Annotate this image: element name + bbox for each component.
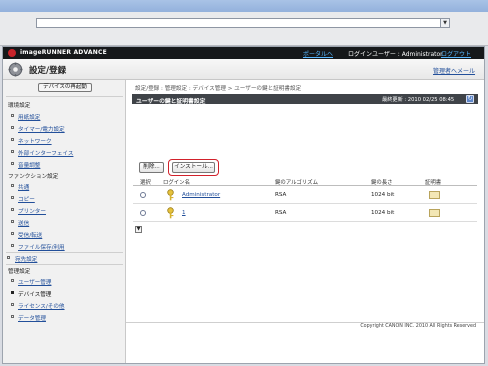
canon-logo-icon xyxy=(8,49,16,57)
sidebar-group-preferences: 環境設定 xyxy=(8,103,31,109)
bullet-icon xyxy=(11,244,14,247)
bullet-icon xyxy=(11,114,14,117)
copyright-text: Copyright CANON INC. 2010 All Rights Res… xyxy=(360,324,476,329)
address-bar[interactable]: ▼ xyxy=(36,18,450,28)
product-brand: imageRUNNER ADVANCE xyxy=(20,49,107,56)
sidebar-item-user-management[interactable]: ユーザー管理 xyxy=(11,278,51,286)
row-select-radio[interactable] xyxy=(140,192,146,198)
web-page: imageRUNNER ADVANCE ポータルへ ログインユーザー : Adm… xyxy=(2,46,485,364)
email-admin-link[interactable]: 管理者へメール xyxy=(433,66,475,75)
certificate-icon[interactable] xyxy=(429,209,440,217)
bullet-icon xyxy=(11,303,14,306)
install-highlight-ring xyxy=(168,159,219,176)
gear-icon xyxy=(8,62,23,77)
sidebar-item-data-management[interactable]: データ管理 xyxy=(11,314,46,322)
delete-button[interactable]: 削除... xyxy=(139,162,164,173)
sidebar-divider xyxy=(6,96,123,97)
key-length: 1024 bit xyxy=(371,192,395,198)
sidebar-divider xyxy=(6,264,123,265)
table-row: 1 RSA 1024 bit xyxy=(133,205,477,222)
sidebar-item-receive-forward[interactable]: 受信/転送 xyxy=(11,231,42,239)
key-algorithm: RSA xyxy=(275,192,287,198)
bullet-icon xyxy=(11,184,14,187)
panel-title: ユーザーの鍵と証明書設定 xyxy=(136,99,206,105)
bullet-icon xyxy=(11,150,14,153)
sidebar-item-paper-settings[interactable]: 用紙設定 xyxy=(11,113,40,121)
sidebar-divider xyxy=(6,252,123,253)
login-name-link[interactable]: 1 xyxy=(182,210,186,216)
restart-device-button[interactable]: デバイスの再起動 xyxy=(38,83,92,92)
sidebar-group-function-settings: ファンクション設定 xyxy=(8,174,59,180)
bullet-icon xyxy=(11,162,14,165)
scroll-down-icon[interactable]: ▼ xyxy=(135,226,142,233)
bullet-icon xyxy=(11,232,14,235)
sidebar-item-printer[interactable]: プリンター xyxy=(11,207,46,215)
key-icon xyxy=(166,189,176,201)
panel-header: ユーザーの鍵と証明書設定 最終更新 : 2010 02/25 08:45 ↻ xyxy=(132,94,478,105)
sidebar-item-copy[interactable]: コピー xyxy=(11,195,35,203)
certificate-icon[interactable] xyxy=(429,191,440,199)
sidebar-item-timer-energy[interactable]: タイマー/電力設定 xyxy=(11,125,65,133)
page-footer: Copyright CANON INC. 2010 All Rights Res… xyxy=(126,322,484,330)
bullet-icon xyxy=(11,315,14,318)
sidebar-item-device-management[interactable]: デバイス管理 xyxy=(11,290,51,298)
row-select-radio[interactable] xyxy=(140,210,146,216)
column-certificate: 証明書 xyxy=(425,180,442,186)
column-key-length: 鍵の長さ xyxy=(371,180,393,186)
bullet-icon xyxy=(11,291,14,294)
refresh-icon[interactable]: ↻ xyxy=(466,95,474,103)
sidebar-item-license-other[interactable]: ライセンス/その他 xyxy=(11,302,65,310)
table-row: Administrator RSA 1024 bit xyxy=(133,187,477,204)
key-algorithm: RSA xyxy=(275,210,287,216)
sidebar-item-external-interface[interactable]: 外部インターフェイス xyxy=(11,149,73,157)
bullet-icon xyxy=(7,256,10,259)
login-name-link[interactable]: Administrator xyxy=(182,192,220,198)
key-length: 1024 bit xyxy=(371,210,395,216)
login-user-label: ログインユーザー : Administrator xyxy=(348,51,443,58)
page-title-bar: 設定/登録 管理者へメール xyxy=(3,59,484,80)
key-icon xyxy=(166,207,176,219)
column-login-name: ログイン名 xyxy=(163,180,190,186)
window-top-strip xyxy=(0,0,488,12)
column-select: 選択 xyxy=(140,180,151,186)
sidebar-item-file-storage[interactable]: ファイル保存/利用 xyxy=(11,243,65,251)
bullet-icon xyxy=(11,220,14,223)
bullet-icon xyxy=(11,126,14,129)
sidebar-item-volume[interactable]: 音量調整 xyxy=(11,161,40,169)
sidebar-group-management-settings: 管理設定 xyxy=(8,269,31,275)
portal-link[interactable]: ポータルへ xyxy=(303,49,333,58)
sidebar-item-destination-settings[interactable]: 宛先設定 xyxy=(7,255,37,263)
bullet-icon xyxy=(11,196,14,199)
last-update-text: 最終更新 : 2010 02/25 08:45 xyxy=(382,97,455,103)
address-dropdown-icon[interactable]: ▼ xyxy=(440,19,449,27)
table-header: 選択 ログイン名 鍵のアルゴリズム 鍵の長さ 証明書 xyxy=(133,178,477,186)
column-key-algorithm: 鍵のアルゴリズム xyxy=(275,180,318,186)
breadcrumb: 設定/登録 : 管理設定 : デバイス管理 > ユーザーの鍵と証明書設定 xyxy=(135,86,302,92)
sidebar-item-common[interactable]: 共通 xyxy=(11,183,29,191)
top-header-bar: imageRUNNER ADVANCE ポータルへ ログインユーザー : Adm… xyxy=(3,47,484,59)
bullet-icon xyxy=(11,138,14,141)
sidebar-item-send[interactable]: 送信 xyxy=(11,219,29,227)
bullet-icon xyxy=(11,279,14,282)
sidebar: デバイスの再起動 環境設定 用紙設定 タイマー/電力設定 ネットワーク 外部イン… xyxy=(3,80,126,363)
sidebar-item-network[interactable]: ネットワーク xyxy=(11,137,52,145)
main-content: 設定/登録 : 管理設定 : デバイス管理 > ユーザーの鍵と証明書設定 ユーザ… xyxy=(127,80,484,363)
logout-link[interactable]: ログアウト xyxy=(441,49,471,58)
page-title: 設定/登録 xyxy=(29,66,67,76)
bullet-icon xyxy=(11,208,14,211)
